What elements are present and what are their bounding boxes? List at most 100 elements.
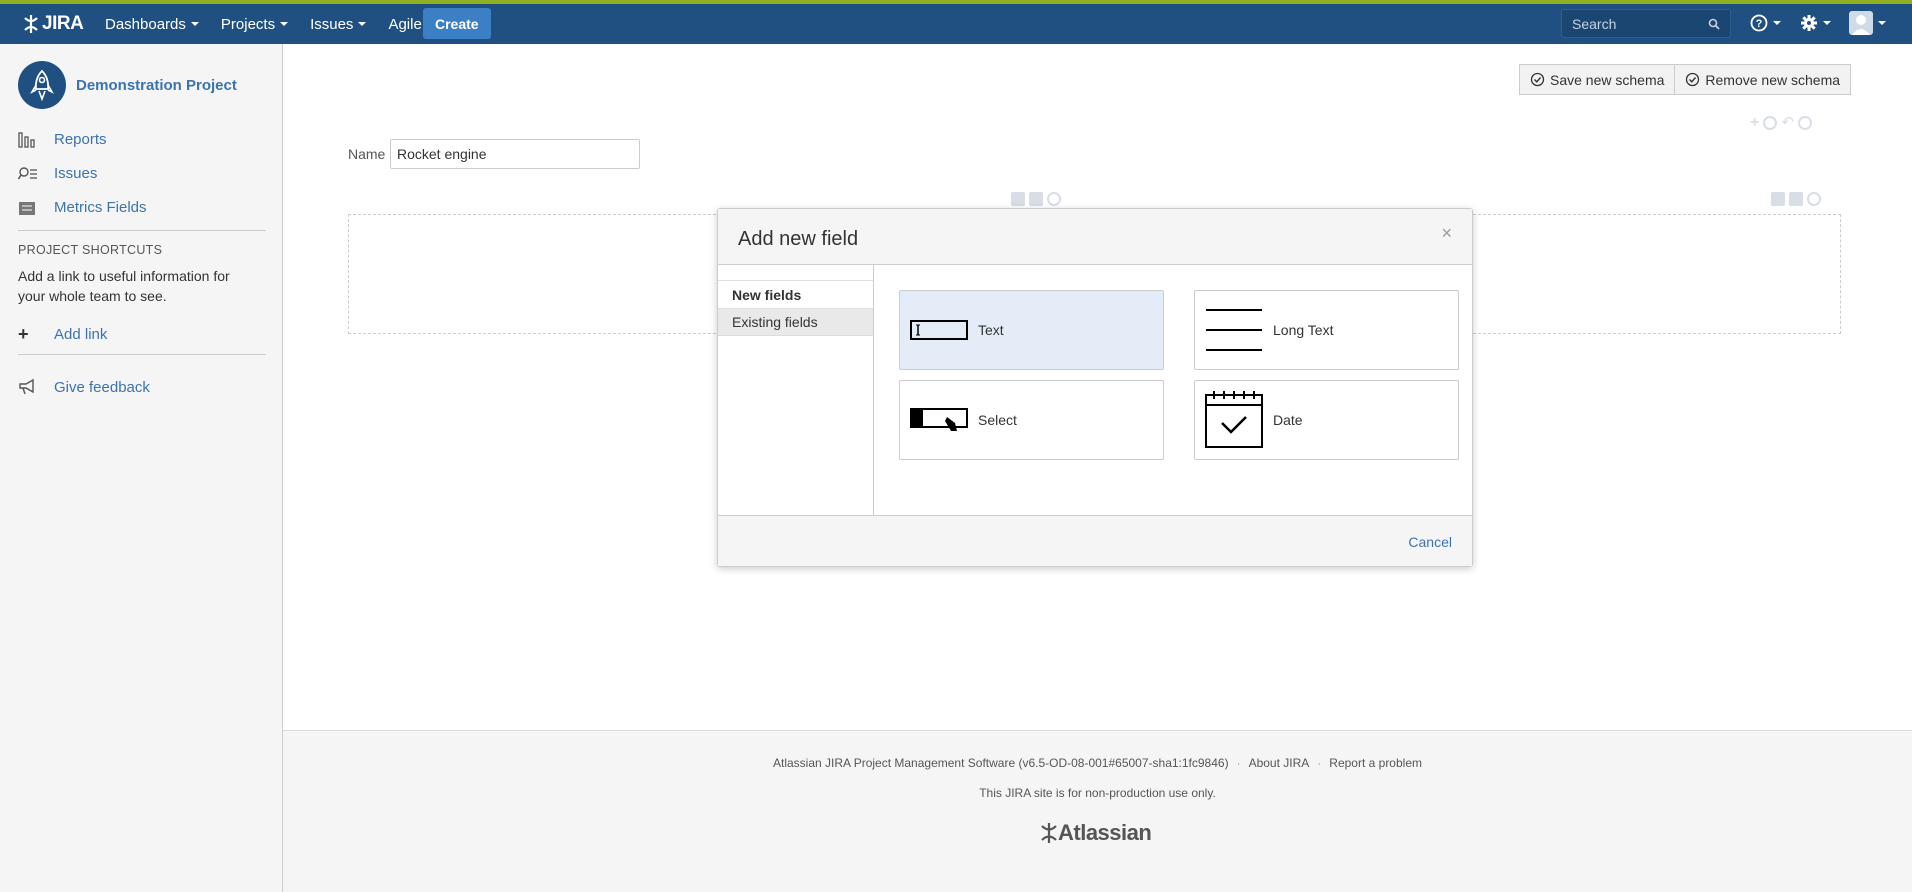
give-feedback-label: Give feedback <box>54 378 150 396</box>
atlassian-logo-text: Atlassian <box>1058 820 1152 845</box>
sidebar-item-reports[interactable]: Reports <box>18 131 107 148</box>
tab-new-fields[interactable]: New fields <box>718 280 873 308</box>
chevron-down-icon <box>190 22 199 26</box>
close-icon[interactable]: × <box>1441 223 1452 244</box>
field-type-date[interactable]: Date <box>1194 380 1459 460</box>
gear-icon <box>1801 15 1817 31</box>
search-placeholder: Search <box>1572 15 1617 32</box>
check-circle-icon <box>1530 72 1545 87</box>
give-feedback-link[interactable]: Give feedback <box>18 378 150 396</box>
help-menu[interactable]: ? <box>1750 14 1781 32</box>
tab-existing-fields[interactable]: Existing fields <box>718 308 873 336</box>
create-button[interactable]: Create <box>423 8 491 39</box>
nav-issues[interactable]: Issues <box>299 4 377 44</box>
user-menu[interactable] <box>1849 11 1886 35</box>
dialog-tabs: New fields Existing fields <box>718 265 873 515</box>
shortcuts-description: Add a link to useful information for you… <box>18 268 230 304</box>
jira-logo[interactable]: JIRA <box>22 13 84 35</box>
jira-logo-text: JIRA <box>42 13 84 34</box>
dialog-header: Add new field × <box>718 209 1472 265</box>
megaphone-icon <box>19 378 34 395</box>
name-field[interactable] <box>390 139 640 169</box>
remove-new-schema-button[interactable]: Remove new schema <box>1675 64 1852 95</box>
dialog-footer: Cancel <box>718 515 1472 566</box>
version-info: Atlassian JIRA Project Management Softwa… <box>773 756 1229 770</box>
close-icon[interactable] <box>1807 192 1821 206</box>
about-jira-link[interactable]: About JIRA <box>1249 756 1310 770</box>
add-icon[interactable]: + <box>1750 115 1759 131</box>
search-icon <box>1708 18 1720 30</box>
minimize-icon[interactable] <box>1011 192 1025 206</box>
section-toolbar <box>1011 192 1061 206</box>
plus-icon: + <box>18 324 29 344</box>
maximize-icon[interactable] <box>1789 192 1803 206</box>
cancel-button[interactable]: Cancel <box>1408 534 1452 550</box>
report-problem-link[interactable]: Report a problem <box>1329 756 1422 770</box>
main-nav: Dashboards Projects Issues Agile <box>94 4 433 44</box>
sidebar-item-metrics-fields[interactable]: Metrics Fields <box>18 199 147 216</box>
minimize-icon[interactable] <box>1771 192 1785 206</box>
issues-search-icon <box>18 166 37 179</box>
long-text-icon <box>1206 309 1262 351</box>
project-header[interactable]: Demonstration Project <box>18 61 237 109</box>
check-circle-icon <box>1686 72 1700 87</box>
add-link-label: Add link <box>54 326 108 343</box>
chevron-down-icon <box>1773 21 1781 25</box>
footer-links: Atlassian JIRA Project Management Softwa… <box>773 756 1422 770</box>
select-field-icon <box>910 408 968 431</box>
svg-text:?: ? <box>1756 18 1763 30</box>
nav-dashboards-label: Dashboards <box>105 15 186 33</box>
sidebar-item-label: Metrics Fields <box>54 199 147 216</box>
divider <box>18 354 266 355</box>
project-sidebar: Demonstration Project Reports Issues Met… <box>0 44 283 892</box>
schema-actions: Save new schema Remove new schema <box>1519 64 1852 95</box>
field-type-label: Select <box>978 412 1017 428</box>
nav-projects-label: Projects <box>220 15 276 33</box>
schema-toolbar: + ↶ <box>1750 115 1812 131</box>
bar-chart-icon <box>18 131 35 148</box>
sidebar-item-issues[interactable]: Issues <box>18 165 97 182</box>
field-type-label: Text <box>978 322 1004 338</box>
rocket-icon <box>29 69 55 101</box>
field-type-long-text[interactable]: Long Text <box>1194 290 1459 370</box>
divider <box>18 230 266 231</box>
search-input[interactable]: Search <box>1561 9 1731 38</box>
section-toolbar-right <box>1771 192 1821 206</box>
add-new-field-dialog: Add new field × New fields Existing fiel… <box>717 208 1473 567</box>
calendar-icon <box>1205 391 1263 448</box>
nav-dashboards[interactable]: Dashboards <box>94 4 210 44</box>
text-field-icon <box>910 320 968 340</box>
field-type-label: Long Text <box>1273 322 1334 338</box>
project-name: Demonstration Project <box>76 76 237 94</box>
sidebar-item-label: Reports <box>54 131 107 148</box>
chevron-down-icon <box>1878 21 1886 25</box>
nav-projects[interactable]: Projects <box>210 4 299 44</box>
field-type-grid: Text Long Text Select Date <box>873 265 1472 515</box>
save-new-schema-button[interactable]: Save new schema <box>1519 64 1676 95</box>
help-icon: ? <box>1750 14 1768 32</box>
user-avatar-icon <box>1849 11 1873 35</box>
nav-agile-label: Agile <box>388 15 422 33</box>
add-link-button[interactable]: + Add link <box>18 324 107 345</box>
jira-logo-icon <box>24 15 38 33</box>
maximize-icon[interactable] <box>1029 192 1043 206</box>
sidebar-item-label: Issues <box>54 165 98 182</box>
field-type-text[interactable]: Text <box>899 290 1164 370</box>
top-navigation-bar: JIRA Dashboards Projects Issues Agile Cr… <box>0 0 1912 44</box>
close-icon[interactable] <box>1047 192 1061 206</box>
close-icon[interactable] <box>1797 116 1812 130</box>
chevron-down-icon <box>358 22 367 26</box>
field-type-label: Date <box>1273 412 1303 428</box>
atlassian-logo[interactable]: Atlassian <box>1040 820 1152 846</box>
page-footer: Atlassian JIRA Project Management Softwa… <box>283 730 1912 892</box>
chevron-down-icon <box>280 22 289 26</box>
save-new-schema-label: Save new schema <box>1550 71 1665 88</box>
dialog-title: Add new field <box>738 228 859 250</box>
name-label: Name <box>348 146 386 162</box>
confirm-icon[interactable] <box>1763 116 1778 130</box>
metrics-icon <box>19 201 35 215</box>
shortcuts-heading: PROJECT SHORTCUTS <box>18 243 163 257</box>
field-type-select[interactable]: Select <box>899 380 1164 460</box>
undo-icon[interactable]: ↶ <box>1781 115 1794 130</box>
admin-menu[interactable] <box>1800 14 1831 32</box>
